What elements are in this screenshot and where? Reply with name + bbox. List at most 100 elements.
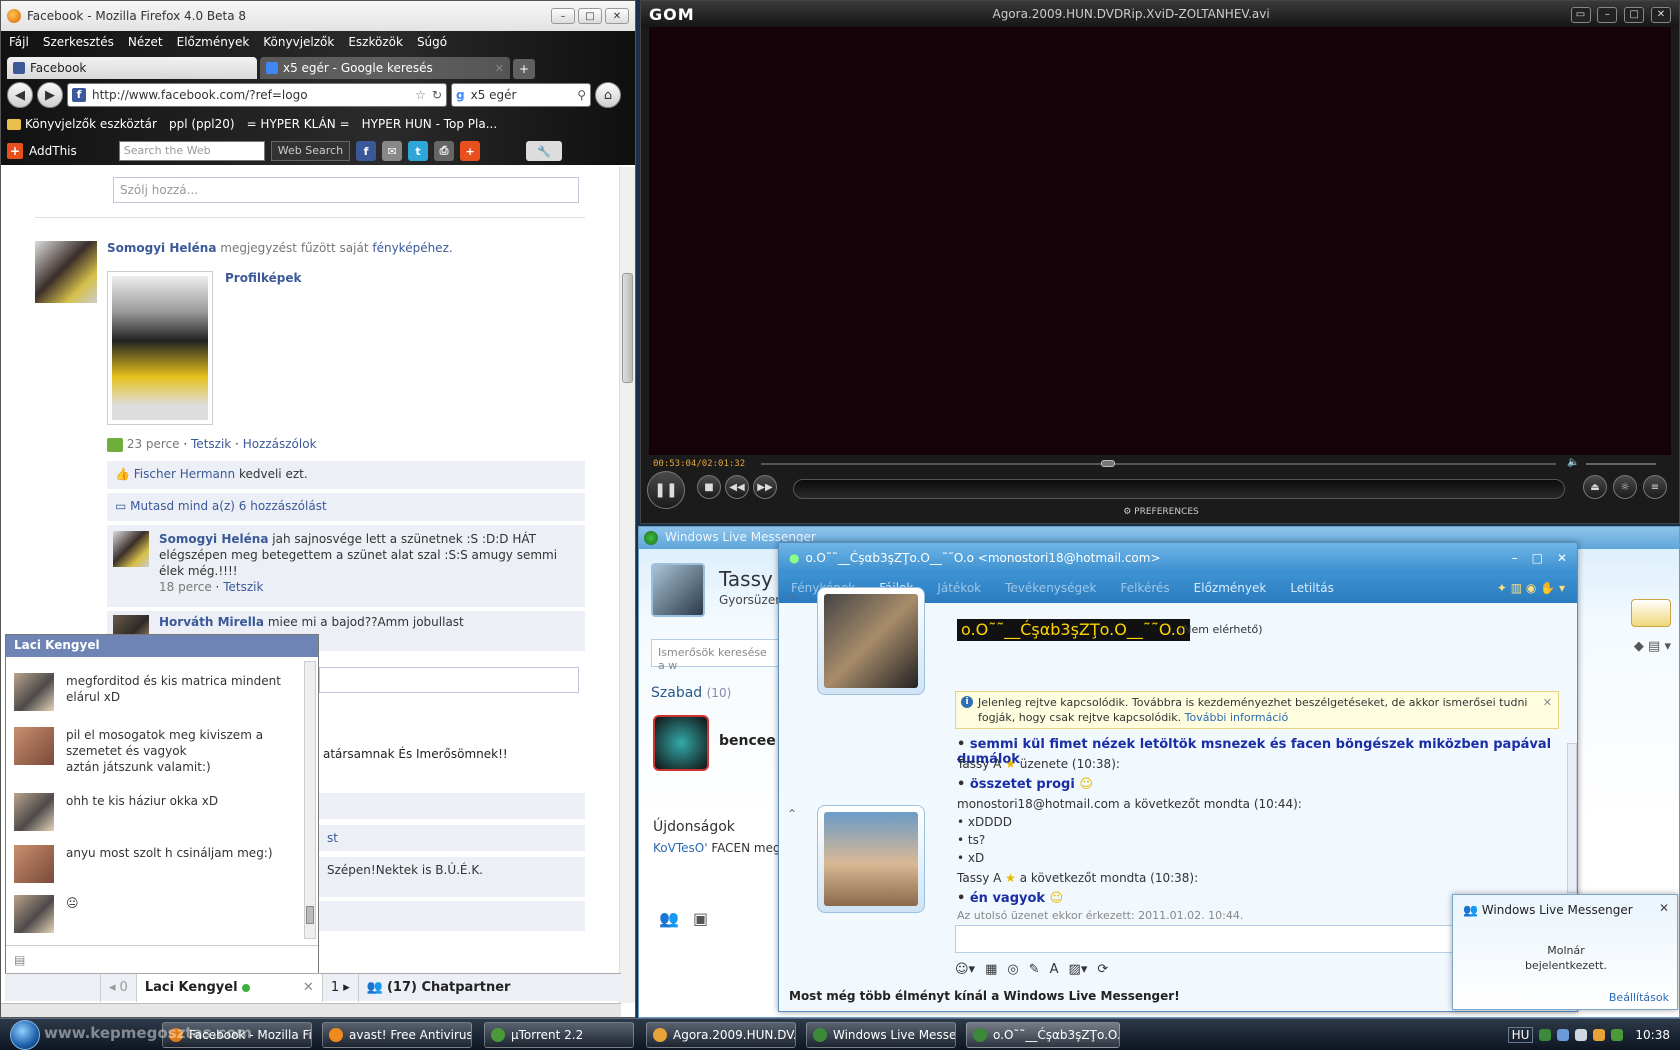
comment-like-link[interactable]: Tetszik [223, 580, 263, 594]
bookmark-item[interactable]: ppl (ppl20) [169, 117, 235, 131]
open-button[interactable]: ⏏ [1583, 475, 1607, 499]
chat-scrollbar[interactable] [304, 661, 316, 939]
addthis-button[interactable]: AddThis [29, 144, 77, 158]
twitter-share-icon[interactable]: t [408, 141, 429, 161]
menu-edit[interactable]: Szerkesztés [43, 35, 114, 49]
search-icon[interactable]: ⚲ [577, 88, 586, 102]
reload-icon[interactable]: ↻ [432, 88, 442, 102]
volume-slider[interactable] [1586, 463, 1656, 465]
avatar[interactable] [14, 673, 54, 711]
bookmark-item[interactable]: = HYPER KLÁN = [247, 117, 350, 131]
font-icon[interactable]: A [1050, 962, 1059, 977]
taskbar-item-utorrent[interactable]: µTorrent 2.2 [484, 1022, 634, 1048]
menu-history[interactable]: Előzmények [1194, 581, 1267, 595]
new-tab-button[interactable]: + [513, 59, 535, 79]
page-scrollbar[interactable] [619, 167, 635, 1003]
google-engine-icon[interactable]: g [456, 88, 465, 102]
bookmark-item[interactable]: HYPER HUN - Top Pla... [362, 117, 498, 131]
history-scrollbar[interactable] [1567, 743, 1577, 893]
chat-partners-button[interactable]: 👥 (17) Chatpartner [359, 974, 519, 1002]
wink-icon[interactable]: ▦ [985, 962, 997, 977]
comment-author-link[interactable]: Horváth Mirella [159, 615, 264, 629]
next-button[interactable]: ▶▶ [753, 475, 777, 499]
stop-button[interactable]: ■ [697, 475, 721, 499]
notice-close-icon[interactable]: ✕ [1543, 695, 1552, 710]
volume-tray-icon[interactable] [1575, 1029, 1588, 1041]
forward-button[interactable]: ▶ [37, 82, 63, 108]
promo-footer[interactable]: Most még több élményt kínál a Windows Li… [789, 989, 1180, 1003]
maximize-button[interactable]: □ [1532, 551, 1543, 565]
collapse-icon[interactable]: ⌃ [787, 807, 797, 821]
video-area[interactable] [649, 27, 1671, 455]
emoticon-picker-icon[interactable]: ☺▾ [955, 962, 975, 977]
taskbar-item-messenger[interactable]: Windows Live Messe... [806, 1022, 956, 1048]
menu-icon[interactable]: ◆ ▤ ▾ [1634, 639, 1671, 654]
contact-search-input[interactable]: Ismerősök keresése a w [651, 639, 781, 672]
print-icon[interactable]: ⎙ [434, 141, 455, 161]
seek-handle[interactable] [1100, 460, 1115, 467]
post-author-link[interactable]: Somogyi Heléna [107, 241, 216, 255]
group-header[interactable]: Szabad (10) [651, 685, 731, 701]
menu-block[interactable]: Letiltás [1290, 581, 1334, 595]
clock[interactable]: 10:38 [1635, 1028, 1670, 1042]
show-all-comments-row[interactable]: ▭ Mutasd mind a(z) 6 hozzászólást [107, 493, 585, 521]
own-display-picture[interactable] [817, 805, 925, 913]
tab-facebook[interactable]: Facebook [7, 57, 257, 79]
previous-button[interactable]: ◀◀ [725, 475, 749, 499]
toast-close-icon[interactable]: ✕ [1659, 901, 1669, 915]
taskbar-item-avast[interactable]: avast! Free Antivirus [322, 1022, 472, 1048]
contact-display-picture[interactable] [817, 587, 925, 695]
voice-clip-icon[interactable]: ✎ [1029, 962, 1040, 977]
start-button[interactable] [10, 1019, 40, 1050]
minimize-button[interactable]: – [1512, 551, 1518, 565]
home-button[interactable]: ⌂ [595, 82, 621, 108]
menu-help[interactable]: Súgó [417, 35, 447, 49]
games-icon[interactable] [1631, 599, 1671, 627]
comment-input[interactable]: Szólj hozzá... [113, 177, 579, 203]
language-indicator[interactable]: HU [1507, 1027, 1534, 1043]
avatar[interactable] [113, 531, 149, 567]
tab-google-search[interactable]: x5 egér - Google keresés ✕ [260, 57, 510, 79]
like-link[interactable]: Tetszik [191, 437, 231, 451]
avatar[interactable] [14, 845, 54, 883]
liker-link[interactable]: Fischer Hermann [134, 467, 235, 481]
chat-tab-close-icon[interactable]: ✕ [303, 980, 314, 995]
facebook-share-icon[interactable]: f [356, 141, 377, 161]
bookmark-item[interactable]: Könyvjelzők eszköztár [7, 117, 157, 131]
share-icon[interactable]: ⟳ [1097, 962, 1108, 977]
close-button[interactable]: ✕ [605, 8, 629, 24]
menu-bookmarks[interactable]: Könyvjelzők [263, 35, 334, 49]
addthis-more-icon[interactable]: + [460, 141, 481, 161]
taskbar-item-gom[interactable]: Agora.2009.HUN.DV... [646, 1022, 796, 1048]
avatar[interactable] [14, 895, 54, 933]
chat-previous-button[interactable]: ◂ 0 [101, 973, 137, 1002]
menu-history[interactable]: Előzmények [177, 35, 250, 49]
collapse-icon[interactable]: ⌃ [787, 593, 797, 607]
toast-settings-link[interactable]: Beállítások [1609, 991, 1669, 1004]
chat-tab[interactable]: Laci Kengyel ✕ [136, 973, 323, 1002]
utorrent-tray-icon[interactable] [1611, 1029, 1624, 1041]
chat-input-icon[interactable]: ▤ [14, 953, 25, 967]
taskbar-item-conversation[interactable]: o.O˜˜__Ćşαb3şΖŢo.O... [966, 1022, 1120, 1048]
search-bar[interactable]: g x5 egér ⚲ [451, 83, 591, 107]
chat-header[interactable]: Laci Kengyel [6, 635, 318, 657]
seek-bar[interactable] [761, 460, 1556, 467]
websearch-button[interactable]: Web Search [270, 141, 351, 161]
minimize-button[interactable]: – [551, 8, 575, 24]
scrollbar-thumb[interactable] [622, 273, 633, 383]
control-panel-button[interactable]: ☼ [1613, 475, 1637, 499]
back-button[interactable]: ◀ [7, 82, 33, 108]
menu-activities[interactable]: Tevékenységek [1005, 581, 1096, 595]
gom-logo[interactable]: GOM [649, 5, 695, 24]
menu-file[interactable]: Fájl [9, 35, 29, 49]
preferences-button[interactable]: ⚙ PREFERENCES [641, 507, 1680, 517]
comment-link[interactable]: Hozzászólok [243, 437, 317, 451]
url-bar[interactable]: f http://www.facebook.com/?ref=logo ☆ ↻ [67, 83, 447, 107]
tab-close-icon[interactable]: ✕ [495, 62, 504, 75]
maximize-button[interactable]: □ [578, 8, 602, 24]
network-tray-icon[interactable] [1557, 1029, 1570, 1041]
playlist-button[interactable]: ≡ [1643, 475, 1667, 499]
device-icon[interactable]: ▣ [693, 909, 708, 928]
photo-thumbnail[interactable] [107, 271, 213, 425]
websearch-input[interactable]: Search the Web [118, 141, 265, 161]
